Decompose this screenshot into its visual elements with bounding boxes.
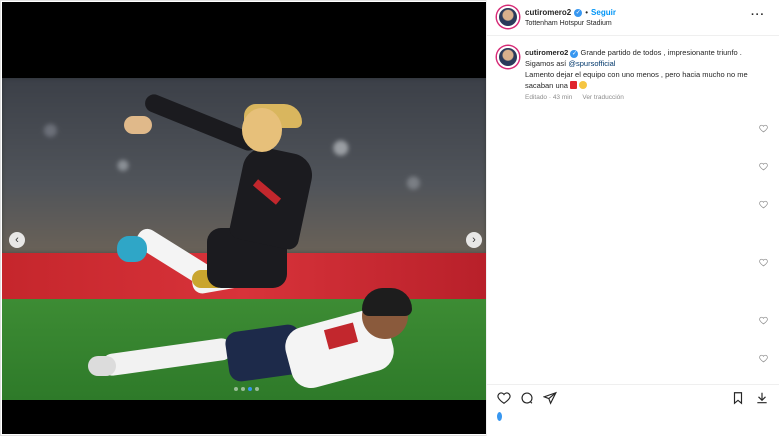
header-user-line: cutiromero2 ✓ • Seguir — [525, 8, 616, 17]
carousel-dot-active — [248, 387, 252, 391]
caption-line-2: Lamento dejar el equipo con uno menos , … — [525, 70, 748, 90]
next-photo-button[interactable]: › — [466, 232, 482, 248]
carousel-dot — [234, 387, 238, 391]
smile-emoji-icon — [579, 81, 588, 89]
edited-timestamp: Editado · 43 min — [525, 94, 573, 101]
comment-icon[interactable] — [520, 391, 534, 405]
like-comment-heart-icon[interactable] — [759, 312, 768, 325]
follow-button[interactable]: Seguir — [591, 8, 616, 17]
like-comment-heart-icon[interactable] — [759, 196, 768, 209]
chevron-left-icon: ‹ — [15, 234, 19, 246]
carousel-dot — [255, 387, 259, 391]
post-media[interactable]: ‹ › — [2, 2, 486, 434]
more-icon[interactable]: ··· — [751, 9, 765, 21]
avatar[interactable] — [497, 46, 519, 68]
heart-icon[interactable] — [497, 391, 511, 405]
like-comment-heart-icon[interactable] — [759, 350, 768, 363]
previous-photo-button[interactable]: ‹ — [9, 232, 25, 248]
striker-hand — [124, 116, 152, 134]
caption-text: cutiromero2 ✓ Grande partido de todos , … — [525, 47, 770, 91]
post-header: cutiromero2 ✓ • Seguir Tottenham Hotspur… — [487, 0, 779, 36]
like-comment-heart-icon[interactable] — [759, 158, 768, 171]
avatar[interactable] — [497, 6, 519, 28]
caption-meta: Editado · 43 min Ver traducción — [525, 94, 624, 101]
bookmark-icon[interactable] — [731, 391, 745, 405]
defender-boot — [88, 356, 116, 376]
post-action-bar — [487, 384, 779, 408]
like-comment-heart-icon[interactable] — [759, 254, 768, 267]
mention-link[interactable]: @spursofficial — [568, 59, 615, 68]
carousel-dot — [241, 387, 245, 391]
download-icon[interactable] — [755, 391, 769, 405]
location-link[interactable]: Tottenham Hotspur Stadium — [525, 20, 612, 27]
caption-username[interactable]: cutiromero2 — [525, 48, 568, 57]
defender-hair — [362, 288, 412, 316]
red-card-icon — [570, 81, 578, 89]
like-comment-heart-icon[interactable] — [759, 120, 768, 133]
see-translation-link[interactable]: Ver traducción — [582, 94, 624, 101]
striker-head — [242, 108, 282, 152]
post-side-panel: cutiromero2 ✓ • Seguir Tottenham Hotspur… — [486, 0, 780, 436]
loading-indicator — [497, 412, 502, 421]
verified-icon: ✓ — [570, 50, 579, 58]
share-icon[interactable] — [542, 391, 557, 405]
carousel-indicator — [234, 387, 259, 391]
separator: • — [585, 8, 589, 17]
verified-icon: ✓ — [574, 8, 583, 17]
striker-boot-left — [117, 236, 147, 262]
chevron-right-icon: › — [472, 234, 476, 246]
post-photo[interactable] — [2, 78, 486, 400]
username-link[interactable]: cutiromero2 — [525, 8, 571, 17]
